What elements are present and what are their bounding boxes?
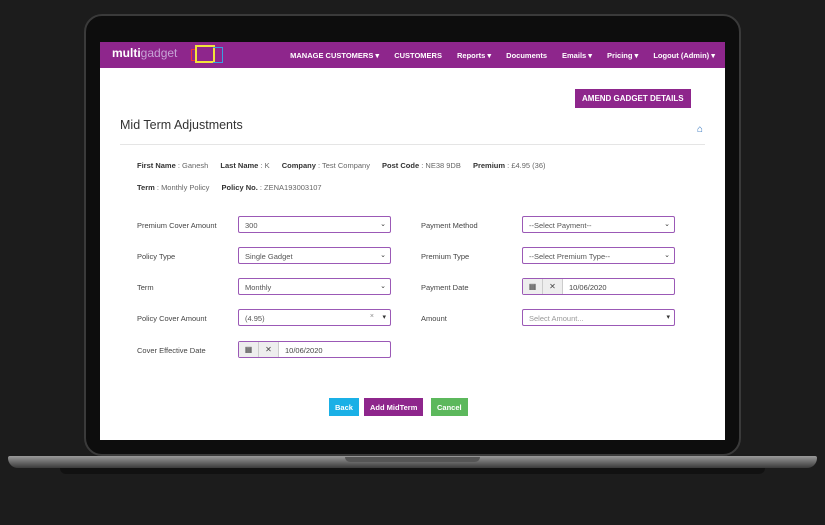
calendar-icon[interactable]: ▦ [523,279,543,294]
laptop-notch [345,457,480,462]
payment-date-label: Payment Date [421,283,469,292]
payment-method-select[interactable]: --Select Payment-- ⌄ [522,216,675,233]
chevron-down-icon: ⌄ [664,221,670,228]
chevron-down-icon[interactable]: ▾ [382,313,386,321]
chevron-down-icon: ⌄ [380,283,386,290]
home-icon[interactable]: ⌂ [697,124,703,135]
policy-type-label: Policy Type [137,252,176,261]
logo-laptop-icon [213,47,223,63]
chevron-down-icon: ⌄ [380,221,386,228]
amount-combobox[interactable]: Select Amount... ▾ [522,309,675,326]
amend-gadget-details-button[interactable]: AMEND GADGET DETAILS [575,89,691,108]
cancel-button[interactable]: Cancel [431,398,468,416]
nav-emails[interactable]: Emails ▾ [562,51,592,60]
logo[interactable]: multigadget [112,46,177,60]
clear-icon[interactable]: ✕ [259,342,279,357]
customer-info-row1: First Name : Ganesh Last Name : K Compan… [137,161,546,170]
amount-label: Amount [421,314,447,323]
nav-logout[interactable]: Logout (Admin) ▾ [653,51,715,60]
policy-cover-amount-combobox[interactable]: (4.95) × ▾ [238,309,391,326]
calendar-icon[interactable]: ▦ [239,342,259,357]
chevron-down-icon: ⌄ [380,252,386,259]
page-title: Mid Term Adjustments [120,118,243,132]
divider [120,144,705,145]
back-button[interactable]: Back [329,398,359,416]
cover-effective-date-label: Cover Effective Date [137,346,206,355]
navbar: multigadget MANAGE CUSTOMERS ▾ CUSTOMERS… [100,42,725,68]
laptop-base-shadow [60,468,765,474]
nav-customers[interactable]: CUSTOMERS [394,51,442,60]
payment-method-label: Payment Method [421,221,478,230]
policy-type-select[interactable]: Single Gadget ⌄ [238,247,391,264]
nav-documents[interactable]: Documents [506,51,547,60]
term-select[interactable]: Monthly ⌄ [238,278,391,295]
premium-cover-amount-select[interactable]: 300 ⌄ [238,216,391,233]
policy-cover-amount-label: Policy Cover Amount [137,314,207,323]
screen: multigadget MANAGE CUSTOMERS ▾ CUSTOMERS… [100,42,725,440]
cover-effective-date-field[interactable]: ▦ ✕ 10/06/2020 [238,341,391,358]
clear-icon[interactable]: ✕ [543,279,563,294]
payment-date-field[interactable]: ▦ ✕ 10/06/2020 [522,278,675,295]
nav-pricing[interactable]: Pricing ▾ [607,51,638,60]
chevron-down-icon: ⌄ [664,252,670,259]
term-label: Term [137,283,154,292]
nav-manage-customers[interactable]: MANAGE CUSTOMERS ▾ [290,51,379,60]
premium-type-label: Premium Type [421,252,470,261]
premium-type-select[interactable]: --Select Premium Type-- ⌄ [522,247,675,264]
add-midterm-button[interactable]: Add MidTerm [364,398,424,416]
logo-tablet-icon [195,45,215,63]
nav-reports[interactable]: Reports ▾ [457,51,491,60]
customer-info-row2: Term : Monthly Policy Policy No. : ZENA1… [137,183,322,192]
premium-cover-amount-label: Premium Cover Amount [137,221,217,230]
clear-icon[interactable]: × [370,313,374,320]
chevron-down-icon[interactable]: ▾ [666,313,670,321]
